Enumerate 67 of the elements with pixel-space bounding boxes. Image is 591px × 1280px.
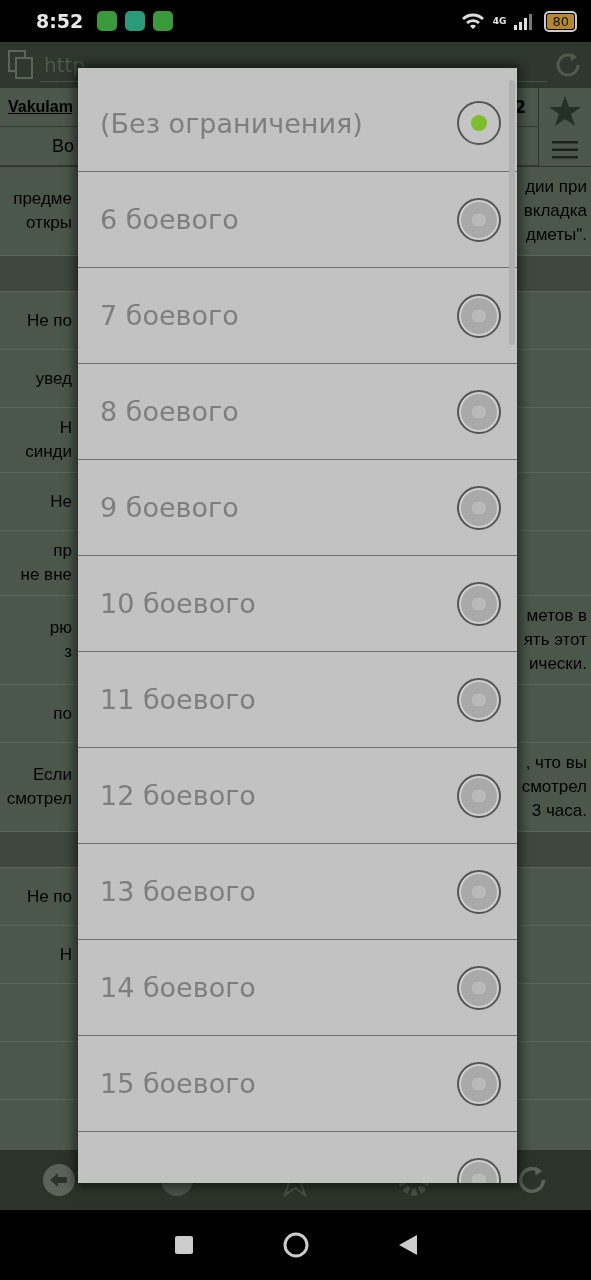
- table-text: дии при: [525, 176, 587, 198]
- option-row[interactable]: 12 боевого: [78, 748, 517, 844]
- home-icon[interactable]: [281, 1231, 310, 1259]
- radio-button[interactable]: [457, 869, 501, 914]
- table-text: Если: [32, 764, 72, 786]
- app-notification-icon: [153, 11, 174, 31]
- radio-button[interactable]: [457, 677, 501, 722]
- radio-button[interactable]: [457, 773, 501, 818]
- option-label: (Без ограничения): [100, 107, 363, 139]
- table-text: смотрел: [521, 776, 587, 798]
- radio-button[interactable]: [457, 1061, 501, 1106]
- table-text: дметы".: [525, 224, 587, 246]
- option-label: 15 боевого: [100, 1068, 256, 1099]
- table-text: 3 часа.: [531, 800, 587, 822]
- option-label: 6 боевого: [100, 204, 239, 235]
- table-text: вкладка: [523, 200, 587, 222]
- option-label: 13 боевого: [100, 876, 256, 907]
- table-text: ически.: [529, 653, 587, 675]
- app-notification-icon: [97, 11, 118, 31]
- table-text: откры: [26, 212, 72, 234]
- wifi-icon: [460, 12, 485, 30]
- option-row[interactable]: 11 боевого: [78, 652, 517, 748]
- table-text: предме: [13, 188, 72, 210]
- table-text: синди: [25, 441, 72, 463]
- table-text: ять этот: [523, 629, 587, 651]
- option-label: 12 боевого: [100, 780, 256, 811]
- option-row[interactable]: 10 боевого: [78, 556, 517, 652]
- table-text: Не: [50, 490, 72, 513]
- table-text: рю: [49, 617, 72, 639]
- radio-button[interactable]: [457, 389, 501, 434]
- recents-icon[interactable]: [174, 1236, 193, 1254]
- table-text: Не по: [26, 885, 72, 908]
- table-text: метов в: [526, 605, 587, 627]
- table-text: увед: [35, 367, 72, 390]
- option-label: 10 боевого: [100, 588, 256, 619]
- table-text: не вне: [20, 564, 72, 586]
- option-label: 14 боевого: [100, 972, 256, 1003]
- back-icon[interactable]: [398, 1235, 417, 1255]
- star-icon[interactable]: [548, 95, 582, 127]
- option-row[interactable]: 9 боевого: [78, 460, 517, 556]
- radio-button[interactable]: [457, 965, 501, 1010]
- battery-indicator: 80: [544, 10, 577, 32]
- radio-button[interactable]: [457, 581, 501, 626]
- option-row[interactable]: 8 боевого: [78, 364, 517, 460]
- option-row[interactable]: 14 боевого: [78, 940, 517, 1036]
- radio-button[interactable]: [457, 485, 501, 530]
- table-text: Не по: [26, 309, 72, 332]
- radio-button[interactable]: [457, 293, 501, 338]
- option-label: 7 боевого: [100, 300, 239, 331]
- table-text: смотрел: [6, 788, 72, 810]
- option-label: 11 боевого: [100, 684, 256, 715]
- clock-time: 8:52: [36, 10, 84, 32]
- table-text: Н: [59, 417, 72, 439]
- table-text: Н: [59, 943, 72, 966]
- option-label: 8 боевого: [100, 396, 239, 427]
- network-type: 4G: [492, 16, 507, 26]
- table-text: пр: [53, 540, 72, 562]
- table-text: з: [64, 641, 72, 663]
- table-text: по: [53, 702, 72, 725]
- radio-button[interactable]: [457, 197, 501, 242]
- table-text: , что вы: [525, 752, 587, 774]
- user-link[interactable]: Vakulam: [8, 98, 73, 116]
- option-row[interactable]: 13 боевого: [78, 844, 517, 940]
- radio-button[interactable]: [457, 101, 501, 145]
- option-row[interactable]: 15 боевого: [78, 1036, 517, 1132]
- heading-text: Во: [51, 135, 75, 157]
- option-label: 9 боевого: [100, 492, 239, 523]
